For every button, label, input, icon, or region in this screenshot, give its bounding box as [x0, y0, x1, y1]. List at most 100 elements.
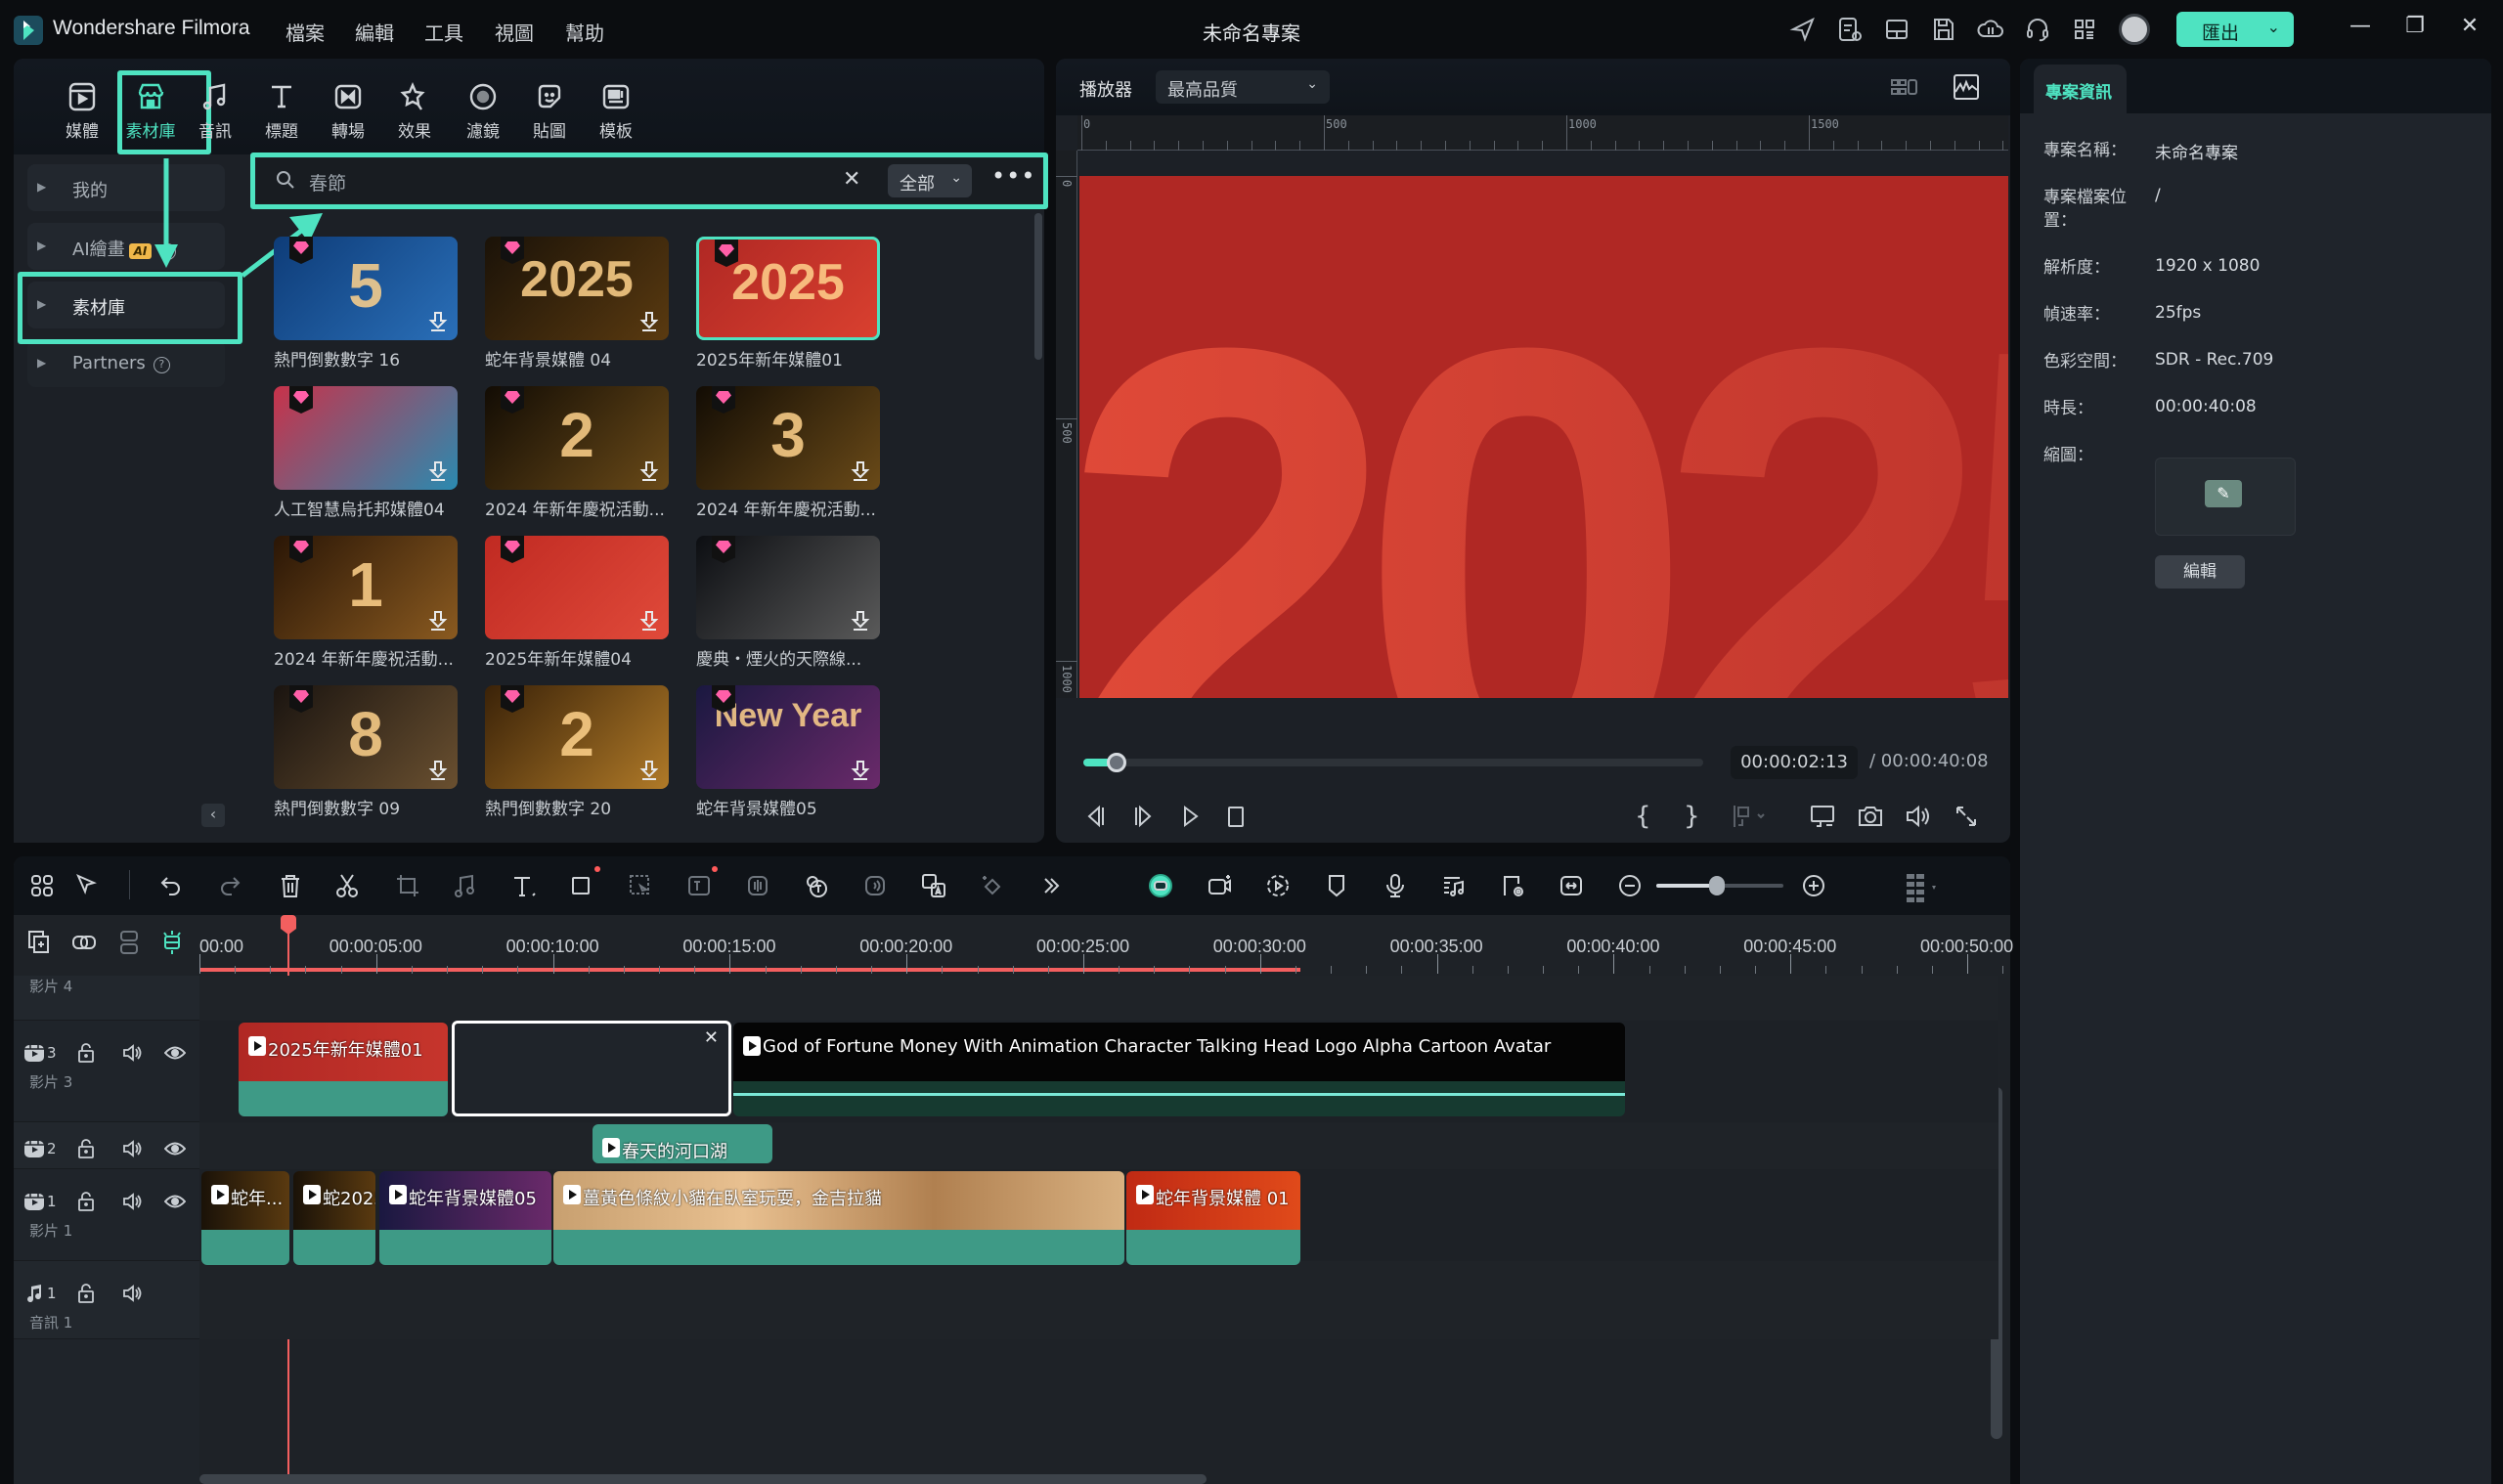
- audio-edit-icon[interactable]: [450, 872, 479, 899]
- insert-icon[interactable]: [1731, 802, 1765, 831]
- scope-icon[interactable]: [1952, 72, 1981, 102]
- zoom-in-icon[interactable]: [1799, 872, 1828, 899]
- tab-title[interactable]: 標題: [246, 66, 317, 154]
- add-track-icon[interactable]: [25, 929, 53, 956]
- download-icon[interactable]: [428, 610, 448, 632]
- apps-icon[interactable]: [2071, 16, 2100, 43]
- clip[interactable]: 2025年新年媒體01: [239, 1023, 448, 1116]
- ai-camera-icon[interactable]: [1205, 872, 1234, 899]
- render-preview-icon[interactable]: [1498, 872, 1527, 899]
- tasks-icon[interactable]: [1836, 16, 1866, 43]
- display-icon[interactable]: [1809, 802, 1836, 831]
- tab-stock[interactable]: 素材庫: [115, 66, 186, 154]
- stock-item[interactable]: 3 2024 年新年慶祝活動...: [696, 386, 892, 523]
- zoom-out-icon[interactable]: [1615, 872, 1645, 899]
- visibility-eye-icon[interactable]: [164, 1191, 186, 1212]
- select-tool-icon[interactable]: [72, 872, 102, 899]
- clip[interactable]: 蛇年背景媒體05: [379, 1171, 551, 1265]
- stock-item[interactable]: 8 熱門倒數數字 09: [274, 685, 469, 822]
- undo-icon[interactable]: [156, 872, 186, 899]
- download-icon[interactable]: [851, 760, 870, 781]
- unlink-icon[interactable]: [115, 929, 143, 956]
- tab-media[interactable]: 媒體: [47, 66, 117, 154]
- support-icon[interactable]: [2024, 16, 2053, 43]
- visibility-eye-icon[interactable]: [164, 1138, 186, 1159]
- lock-icon[interactable]: [76, 1283, 96, 1304]
- export-button[interactable]: 匯出 ⌄: [2176, 12, 2294, 47]
- stock-thumbnail[interactable]: 1: [274, 536, 458, 639]
- timeline-horizontal-scrollbar[interactable]: [199, 1474, 1207, 1484]
- menu-view[interactable]: 視圖: [495, 18, 534, 46]
- stop-icon[interactable]: [1222, 802, 1250, 831]
- microphone-icon[interactable]: [1381, 872, 1410, 899]
- stock-item[interactable]: 慶典・煙火的天際線...: [696, 536, 892, 673]
- user-avatar[interactable]: [2119, 14, 2150, 45]
- track-volume-icon[interactable]: [121, 1283, 143, 1304]
- voice-icon[interactable]: [860, 872, 890, 899]
- tab-audio[interactable]: 音訊: [180, 66, 250, 154]
- stock-item[interactable]: 2 熱門倒數數字 20: [485, 685, 681, 822]
- delete-icon[interactable]: [276, 872, 305, 899]
- help-icon[interactable]: ?: [153, 357, 170, 373]
- cut-icon[interactable]: [332, 872, 362, 899]
- stock-thumbnail[interactable]: 8: [274, 685, 458, 789]
- close-icon[interactable]: ✕: [704, 1027, 719, 1048]
- track-volume-icon[interactable]: [121, 1042, 143, 1064]
- tab-effects[interactable]: 效果: [379, 66, 450, 154]
- snapshot-icon[interactable]: [1856, 802, 1883, 831]
- video-preview[interactable]: 2025: [1079, 176, 2008, 698]
- link-icon[interactable]: [70, 929, 98, 956]
- quality-dropdown[interactable]: 最高品質 ⌄: [1156, 70, 1330, 104]
- crop-icon[interactable]: [393, 872, 422, 899]
- download-icon[interactable]: [428, 460, 448, 482]
- shape-icon[interactable]: [567, 866, 600, 899]
- download-icon[interactable]: [428, 311, 448, 332]
- download-icon[interactable]: [639, 460, 659, 482]
- tab-project-info[interactable]: 專案資訊: [2034, 65, 2127, 115]
- sidebar-item-partners[interactable]: ▶ Partners?: [27, 340, 225, 387]
- minimize-button[interactable]: —: [2343, 14, 2378, 43]
- menu-tools[interactable]: 工具: [424, 18, 463, 46]
- pencil-icon[interactable]: ✎: [2205, 480, 2242, 507]
- audio-mixer-icon[interactable]: [1439, 872, 1469, 899]
- layout-icon[interactable]: [1883, 16, 1912, 43]
- redo-icon[interactable]: [215, 872, 244, 899]
- stock-item[interactable]: 2025年新年媒體04: [485, 536, 681, 673]
- text-icon[interactable]: [508, 872, 538, 899]
- download-icon[interactable]: [639, 760, 659, 781]
- text-to-speech-icon[interactable]: [802, 872, 831, 899]
- tab-filter[interactable]: 濾鏡: [448, 66, 518, 154]
- volume-icon[interactable]: [1903, 802, 1930, 831]
- stock-thumbnail[interactable]: 2025: [696, 237, 880, 340]
- next-frame-icon[interactable]: [1130, 802, 1158, 831]
- play-icon[interactable]: [1177, 802, 1205, 831]
- fullscreen-icon[interactable]: [1952, 802, 1979, 831]
- stock-thumbnail[interactable]: New Year: [696, 685, 880, 789]
- download-icon[interactable]: [639, 311, 659, 332]
- edit-thumbnail-button[interactable]: 編輯: [2155, 555, 2245, 589]
- mark-out-icon[interactable]: }: [1684, 802, 1711, 831]
- tab-template[interactable]: 模板: [581, 66, 651, 154]
- search-input[interactable]: 春節: [309, 169, 346, 196]
- more-tools-icon[interactable]: [1036, 872, 1066, 899]
- clear-search-icon[interactable]: ✕: [843, 167, 860, 192]
- restore-button[interactable]: ❐: [2397, 14, 2433, 43]
- visibility-eye-icon[interactable]: [164, 1042, 186, 1064]
- marker-icon[interactable]: [1322, 872, 1351, 899]
- prev-frame-icon[interactable]: [1081, 802, 1109, 831]
- lock-icon[interactable]: [76, 1138, 96, 1159]
- magnet-snap-icon[interactable]: [158, 929, 186, 956]
- stock-thumbnail[interactable]: 3: [696, 386, 880, 490]
- lock-icon[interactable]: [76, 1042, 96, 1064]
- download-icon[interactable]: [851, 610, 870, 632]
- stock-thumbnail[interactable]: [274, 386, 458, 490]
- keyframe-icon[interactable]: [978, 872, 1007, 899]
- collapse-sidebar-button[interactable]: ‹: [201, 804, 225, 827]
- download-icon[interactable]: [851, 460, 870, 482]
- layout-grid-icon[interactable]: [27, 872, 57, 899]
- stock-item[interactable]: 5 熱門倒數數字 16: [274, 237, 469, 373]
- audio-wave-icon[interactable]: [743, 872, 772, 899]
- clip[interactable]: God of Fortune Money With Animation Char…: [733, 1023, 1625, 1116]
- stock-item[interactable]: 2025 2025年新年媒體01: [696, 237, 892, 373]
- stock-item[interactable]: 2025 蛇年背景媒體 04: [485, 237, 681, 373]
